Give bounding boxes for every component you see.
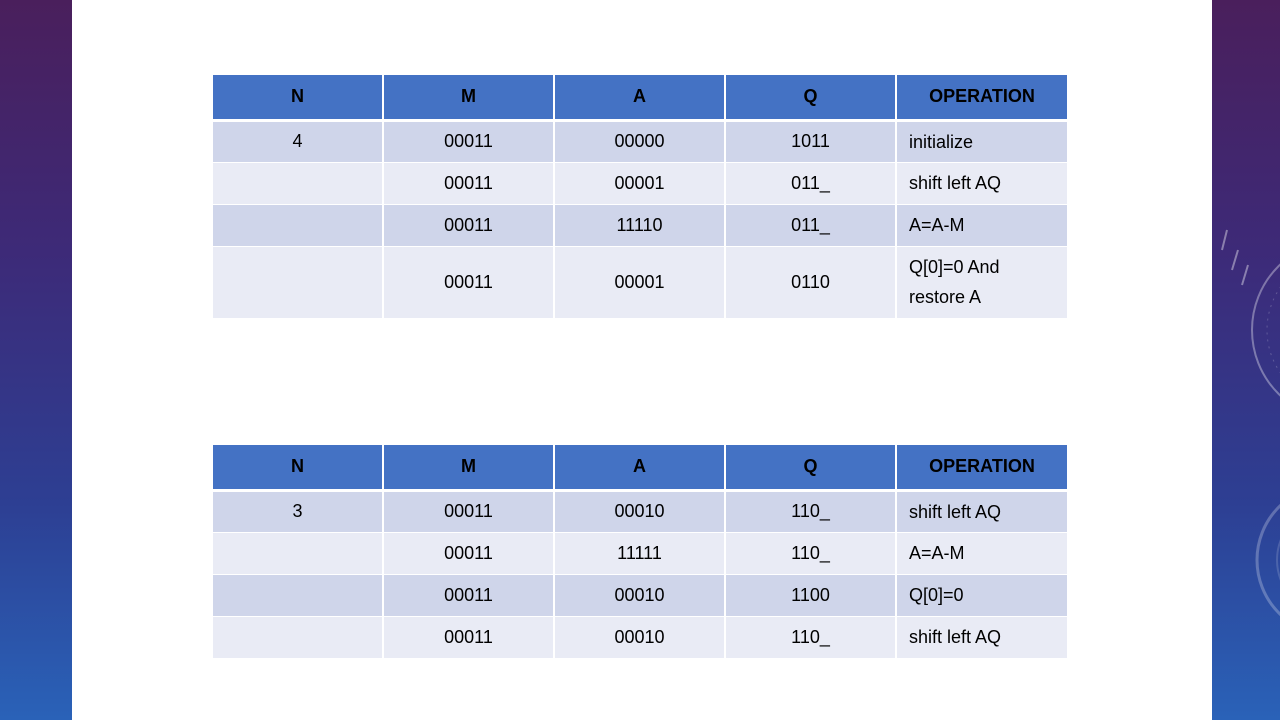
cell-m: 00011 xyxy=(382,246,555,319)
left-background-decoration xyxy=(0,0,72,720)
cell-m: 00011 xyxy=(382,616,555,659)
table-row: 00011 11111 110_ A=A-M xyxy=(213,532,1067,575)
cell-m: 00011 xyxy=(382,162,555,205)
cell-operation: initialize xyxy=(895,120,1067,163)
cell-n xyxy=(213,204,384,247)
cell-m: 00011 xyxy=(382,490,555,533)
cell-operation: A=A-M xyxy=(895,532,1067,575)
table-row: 00011 00001 0110 Q[0]=0 And restore A xyxy=(213,246,1067,319)
cell-n: 4 xyxy=(213,120,384,163)
cell-q: 110_ xyxy=(724,616,897,659)
table-row: 00011 00001 011_ shift left AQ xyxy=(213,162,1067,205)
header-a: A xyxy=(553,445,726,492)
header-q: Q xyxy=(724,75,897,122)
cell-a: 00001 xyxy=(553,246,726,319)
header-n: N xyxy=(213,75,384,122)
division-table-1: N M A Q OPERATION 4 00011 00000 1011 ini… xyxy=(213,75,1067,319)
cell-m: 00011 xyxy=(382,120,555,163)
dial-decoration-icon xyxy=(1221,229,1280,617)
header-n: N xyxy=(213,445,384,492)
table-row: 3 00011 00010 110_ shift left AQ xyxy=(213,490,1067,533)
table-header-row: N M A Q OPERATION xyxy=(213,445,1067,492)
cell-n xyxy=(213,616,384,659)
header-operation: OPERATION xyxy=(895,75,1067,122)
cell-operation: Q[0]=0 xyxy=(895,574,1067,617)
cell-n xyxy=(213,532,384,575)
cell-n: 3 xyxy=(213,490,384,533)
table-row: 00011 11110 011_ A=A-M xyxy=(213,204,1067,247)
cell-operation: Q[0]=0 And restore A xyxy=(895,246,1067,319)
cell-operation: A=A-M xyxy=(895,204,1067,247)
cell-q: 011_ xyxy=(724,204,897,247)
cell-operation: shift left AQ xyxy=(895,490,1067,533)
cell-a: 00010 xyxy=(553,574,726,617)
header-m: M xyxy=(382,445,555,492)
table-row: 00011 00010 1100 Q[0]=0 xyxy=(213,574,1067,617)
cell-q: 110_ xyxy=(724,532,897,575)
cell-q: 0110 xyxy=(724,246,897,319)
cell-m: 00011 xyxy=(382,532,555,575)
cell-q: 1100 xyxy=(724,574,897,617)
cell-q: 011_ xyxy=(724,162,897,205)
cell-a: 00001 xyxy=(553,162,726,205)
right-background-decoration xyxy=(1212,0,1280,720)
header-m: M xyxy=(382,75,555,122)
cell-a: 00010 xyxy=(553,616,726,659)
cell-m: 00011 xyxy=(382,204,555,247)
cell-operation: shift left AQ xyxy=(895,616,1067,659)
cell-n xyxy=(213,246,384,319)
cell-m: 00011 xyxy=(382,574,555,617)
table-row: 4 00011 00000 1011 initialize xyxy=(213,120,1067,163)
table-row: 00011 00010 110_ shift left AQ xyxy=(213,616,1067,659)
cell-a: 00010 xyxy=(553,490,726,533)
header-q: Q xyxy=(724,445,897,492)
cell-n xyxy=(213,574,384,617)
cell-q: 110_ xyxy=(724,490,897,533)
cell-a: 11111 xyxy=(553,532,726,575)
header-a: A xyxy=(553,75,726,122)
table-header-row: N M A Q OPERATION xyxy=(213,75,1067,122)
division-table-2: N M A Q OPERATION 3 00011 00010 110_ shi… xyxy=(213,445,1067,659)
cell-a: 00000 xyxy=(553,120,726,163)
cell-a: 11110 xyxy=(553,204,726,247)
cell-operation: shift left AQ xyxy=(895,162,1067,205)
cell-q: 1011 xyxy=(724,120,897,163)
header-operation: OPERATION xyxy=(895,445,1067,492)
cell-n xyxy=(213,162,384,205)
